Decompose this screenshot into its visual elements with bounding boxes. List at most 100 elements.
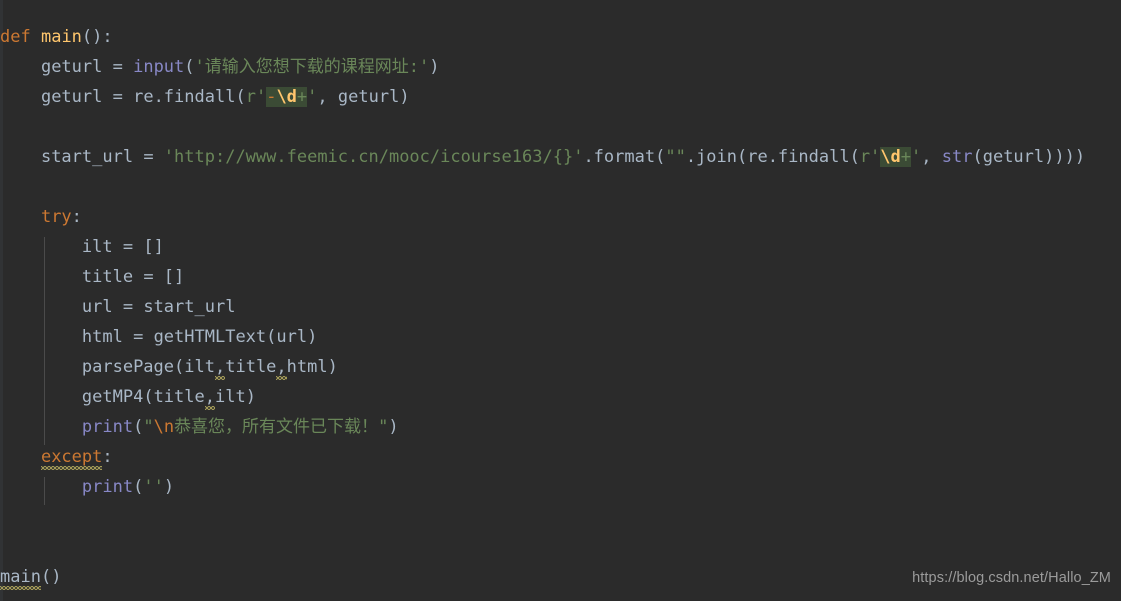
args: , geturl [317,87,400,107]
code-line-9[interactable]: title = [] [0,262,1121,292]
empty-list-literal: [] [163,267,185,287]
paren-open: ( [184,57,195,77]
code-line-5[interactable]: start_url = 'http://www.feemic.cn/mooc/i… [0,142,1121,172]
empty-string-literal: '' [143,477,164,497]
code-content[interactable]: def main(): geturl = input('请输入您想下载的课程网址… [0,22,1121,592]
keyword-except: except [40,447,103,467]
assign-operator: = [102,57,134,77]
paren-close: ) [399,87,410,107]
empty-list-literal: [] [143,237,164,257]
var-url: url [81,297,113,317]
comma-warning-2: , [276,357,287,377]
regex-quantifier-plus: + [900,147,912,167]
code-line-2[interactable]: geturl = input('请输入您想下载的课程网址:') [0,52,1121,82]
code-line-6-blank[interactable] [0,172,1121,202]
watermark-url: https://blog.csdn.net/Hallo_ZM [912,570,1111,586]
paren-open: ( [133,417,144,437]
var-ilt: ilt [81,237,113,257]
builtin-input: input [133,57,185,77]
empty-string-literal: "" [665,147,686,167]
code-line-16[interactable]: print('') [0,472,1121,502]
quote-open: " [143,417,154,437]
comma: , [921,147,942,167]
assign-operator: = [112,297,144,317]
paren-close: ) [163,477,175,497]
regex-highlight: \d+ [880,147,912,167]
builtin-str: str [941,147,973,167]
raw-string-prefix: r' [245,87,267,107]
assign-operator: = [133,267,164,287]
code-line-12[interactable]: parsePage(ilt,title,html) [0,352,1121,382]
code-line-14[interactable]: print("\n恭喜您，所有文件已下载！") [0,412,1121,442]
call-re-findall: re.findall [133,87,236,107]
colon: : [71,207,82,227]
paren-open: ( [235,87,246,107]
code-line-15[interactable]: except: [0,442,1121,472]
format-call: .format( [583,147,666,167]
paren-open: ( [143,387,154,407]
var-start-url: start_url [40,147,134,167]
paren-open: ( [133,477,144,497]
var-html: html [81,327,123,347]
code-line-18-blank[interactable] [0,532,1121,562]
keyword-try: try [40,207,72,227]
parens: () [40,567,62,587]
regex-digit-class: \d [880,147,901,167]
assign-operator: = [122,327,154,347]
assign-operator: = [133,147,164,167]
arg-title: title [225,357,277,377]
code-line-1[interactable]: def main(): [0,22,1121,52]
quote-close: " [378,417,389,437]
regex-highlight: -\d+ [266,87,308,107]
regex-quantifier-plus: + [296,87,308,107]
code-line-4-blank[interactable] [0,112,1121,142]
var-title: title [81,267,134,287]
arg-title: title [153,387,205,407]
paren-close: ) [245,387,256,407]
paren-close: ) [388,417,399,437]
value-start-url: start_url [143,297,236,317]
builtin-print: print [81,417,134,437]
code-line-11[interactable]: html = getHTMLText(url) [0,322,1121,352]
code-line-13[interactable]: getMP4(title,ilt) [0,382,1121,412]
string-url-template: 'http://www.feemic.cn/mooc/icourse163/{}… [163,147,584,167]
quote-close: ' [911,147,922,167]
assign-operator: = [102,87,134,107]
string-success-chinese: 恭喜您，所有文件已下载！ [174,417,379,437]
raw-string-prefix: r' [859,147,881,167]
paren-open: ( [174,357,185,377]
call-main: main [0,567,41,587]
var-geturl: geturl [40,87,103,107]
paren-close: ) [327,357,338,377]
code-line-17-blank[interactable] [0,502,1121,532]
keyword-def: def [0,27,31,47]
function-name-main: main [40,27,82,47]
code-line-10[interactable]: url = start_url [0,292,1121,322]
code-line-7[interactable]: try: [0,202,1121,232]
code-line-3[interactable]: geturl = re.findall(r'-\d+', geturl) [0,82,1121,112]
call-parsepage: parsePage [81,357,175,377]
escape-newline: \n [153,417,175,437]
comma-warning-3: , [204,387,215,407]
comma-warning-1: , [214,357,226,377]
builtin-print: print [81,477,134,497]
quote-close: ' [307,87,318,107]
line5-tail: (geturl)))) [972,147,1086,167]
call-gethtmltext: getHTMLText(url) [153,327,318,347]
regex-literal-dash: - [266,87,277,107]
code-line-8[interactable]: ilt = [] [0,232,1121,262]
arg-ilt: ilt [215,387,246,407]
